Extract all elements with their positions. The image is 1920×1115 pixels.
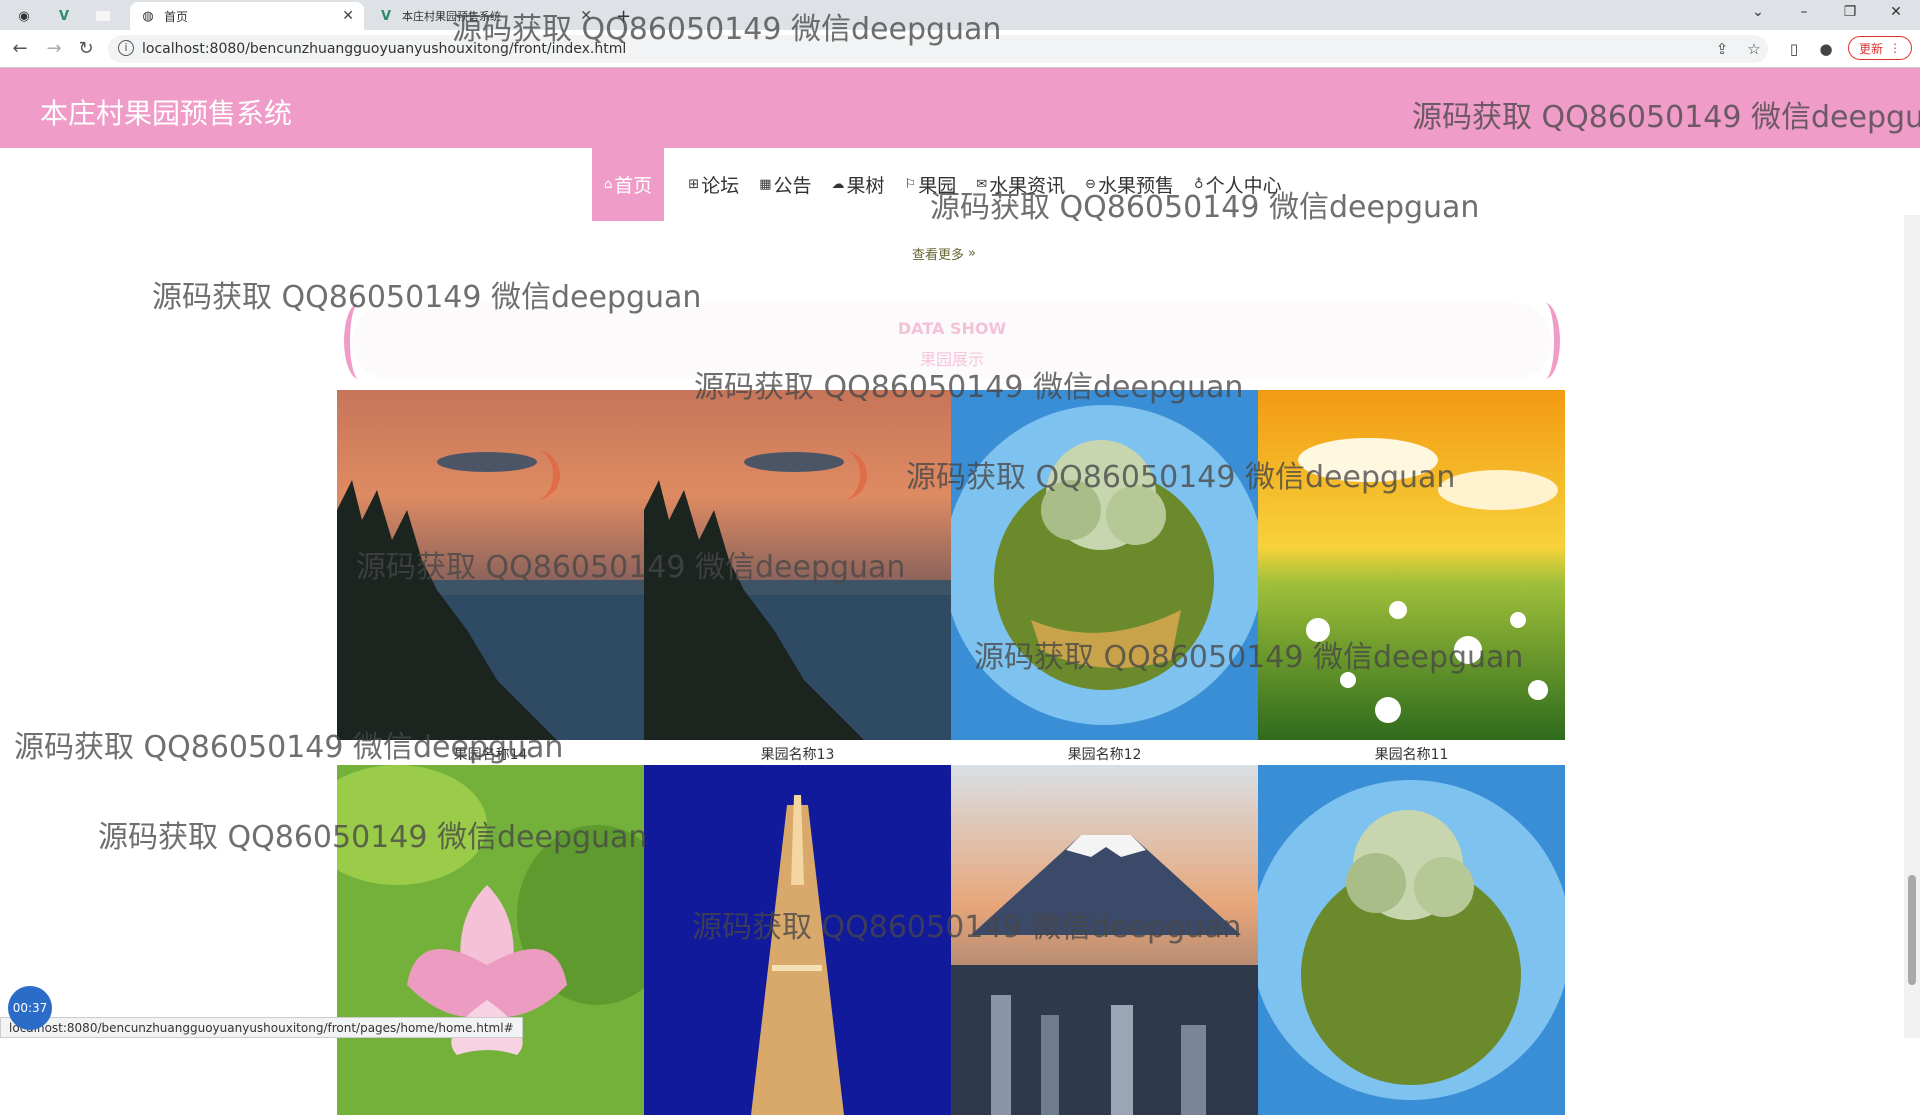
watermark: 源码获取 QQ86050149 微信deepguan: [906, 460, 1456, 495]
view-more-link[interactable]: 查看更多 »: [912, 244, 976, 263]
tab-github[interactable]: ◉: [16, 2, 56, 30]
recording-timer: 00:37: [8, 986, 52, 1030]
vue-icon: V: [380, 8, 392, 24]
reload-icon[interactable]: ↻: [74, 38, 98, 59]
nav-item-tree[interactable]: ☁ 果树: [832, 148, 885, 221]
nav-label: 公告: [773, 175, 812, 197]
orchard-image[interactable]: [1258, 390, 1565, 740]
orchard-caption: 果园名称12: [1067, 747, 1142, 763]
update-label: 更新: [1858, 41, 1883, 56]
double-chevron-right-icon: »: [968, 246, 976, 261]
nav-item-home[interactable]: ⌂ 首页: [592, 148, 665, 221]
nav-label: 果树: [846, 175, 885, 197]
nav-label: 论坛: [701, 175, 740, 197]
forward-icon[interactable]: →: [42, 38, 66, 59]
watermark: 源码获取 QQ86050149 微信deepguan: [692, 910, 1242, 945]
watermark: 源码获取 QQ86050149 微信deepguan: [930, 190, 1480, 225]
nav-label: 首页: [614, 175, 653, 197]
maximize-icon[interactable]: ❐: [1840, 4, 1860, 20]
back-icon[interactable]: ←: [8, 38, 32, 59]
sidebar-icon[interactable]: ▯: [1784, 40, 1804, 58]
status-url: localhost:8080/bencunzhuangguoyuanyushou…: [0, 1017, 523, 1038]
tree-icon: ☁: [831, 177, 845, 192]
profile-icon[interactable]: ●: [1816, 40, 1836, 58]
site-title: 本庄村果园预售系统: [40, 97, 293, 130]
close-window-icon[interactable]: ✕: [1886, 4, 1906, 20]
orchard-caption: 果园名称13: [760, 747, 835, 763]
tab-home[interactable]: ◍ 首页 ✕: [130, 2, 364, 30]
orchard-card[interactable]: [1258, 765, 1565, 1115]
orchard-image[interactable]: [1258, 765, 1565, 1115]
page-scrollbar[interactable]: [1904, 215, 1920, 1038]
orchard-card[interactable]: 果园名称11: [1258, 390, 1565, 764]
vue-icon: V: [58, 8, 70, 24]
close-icon[interactable]: ✕: [342, 8, 354, 24]
home-icon: ⌂: [604, 177, 613, 192]
tab-blank[interactable]: [96, 2, 130, 30]
view-more-label: 查看更多: [912, 248, 965, 263]
section-title-en: DATA SHOW: [897, 319, 1007, 338]
blank-icon: [96, 11, 110, 21]
watermark: 源码获取 QQ86050149 微信deepguan: [1412, 100, 1920, 135]
tab-label: 首页: [164, 9, 189, 24]
update-button[interactable]: 更新 ⋮: [1848, 36, 1912, 60]
scrollbar-thumb[interactable]: [1908, 875, 1916, 985]
info-icon[interactable]: i: [118, 40, 134, 56]
watermark: 源码获取 QQ86050149 微信deepguan: [98, 820, 648, 855]
flag-icon: ⚐: [904, 177, 917, 192]
watermark: 源码获取 QQ86050149 微信deepguan: [14, 730, 564, 765]
watermark: 源码获取 QQ86050149 微信deepguan: [694, 370, 1244, 405]
minimize-icon[interactable]: –: [1794, 4, 1814, 20]
watermark: 源码获取 QQ86050149 微信deepguan: [356, 550, 906, 585]
github-icon: ◉: [18, 8, 30, 24]
notice-icon: ▦: [759, 177, 772, 192]
share-icon[interactable]: ⇪: [1712, 40, 1732, 58]
watermark: 源码获取 QQ86050149 微信deepguan: [152, 280, 702, 315]
chevron-down-icon[interactable]: ⌄: [1748, 4, 1768, 20]
globe-icon: ◍: [142, 8, 154, 24]
orchard-card[interactable]: 果园名称12: [951, 390, 1258, 764]
watermark: 源码获取 QQ86050149 微信deepguan: [452, 12, 1002, 47]
orchard-image[interactable]: [951, 390, 1258, 740]
orchard-caption: 果园名称11: [1374, 747, 1449, 763]
nav-item-forum[interactable]: ⊞ 论坛: [688, 148, 739, 221]
more-icon: ⋮: [1889, 41, 1901, 55]
watermark: 源码获取 QQ86050149 微信deepguan: [974, 640, 1524, 675]
tab-vue[interactable]: V: [56, 2, 96, 30]
nav-item-notice[interactable]: ▦ 公告: [759, 148, 811, 221]
forum-icon: ⊞: [688, 177, 700, 192]
star-icon[interactable]: ☆: [1744, 40, 1764, 58]
